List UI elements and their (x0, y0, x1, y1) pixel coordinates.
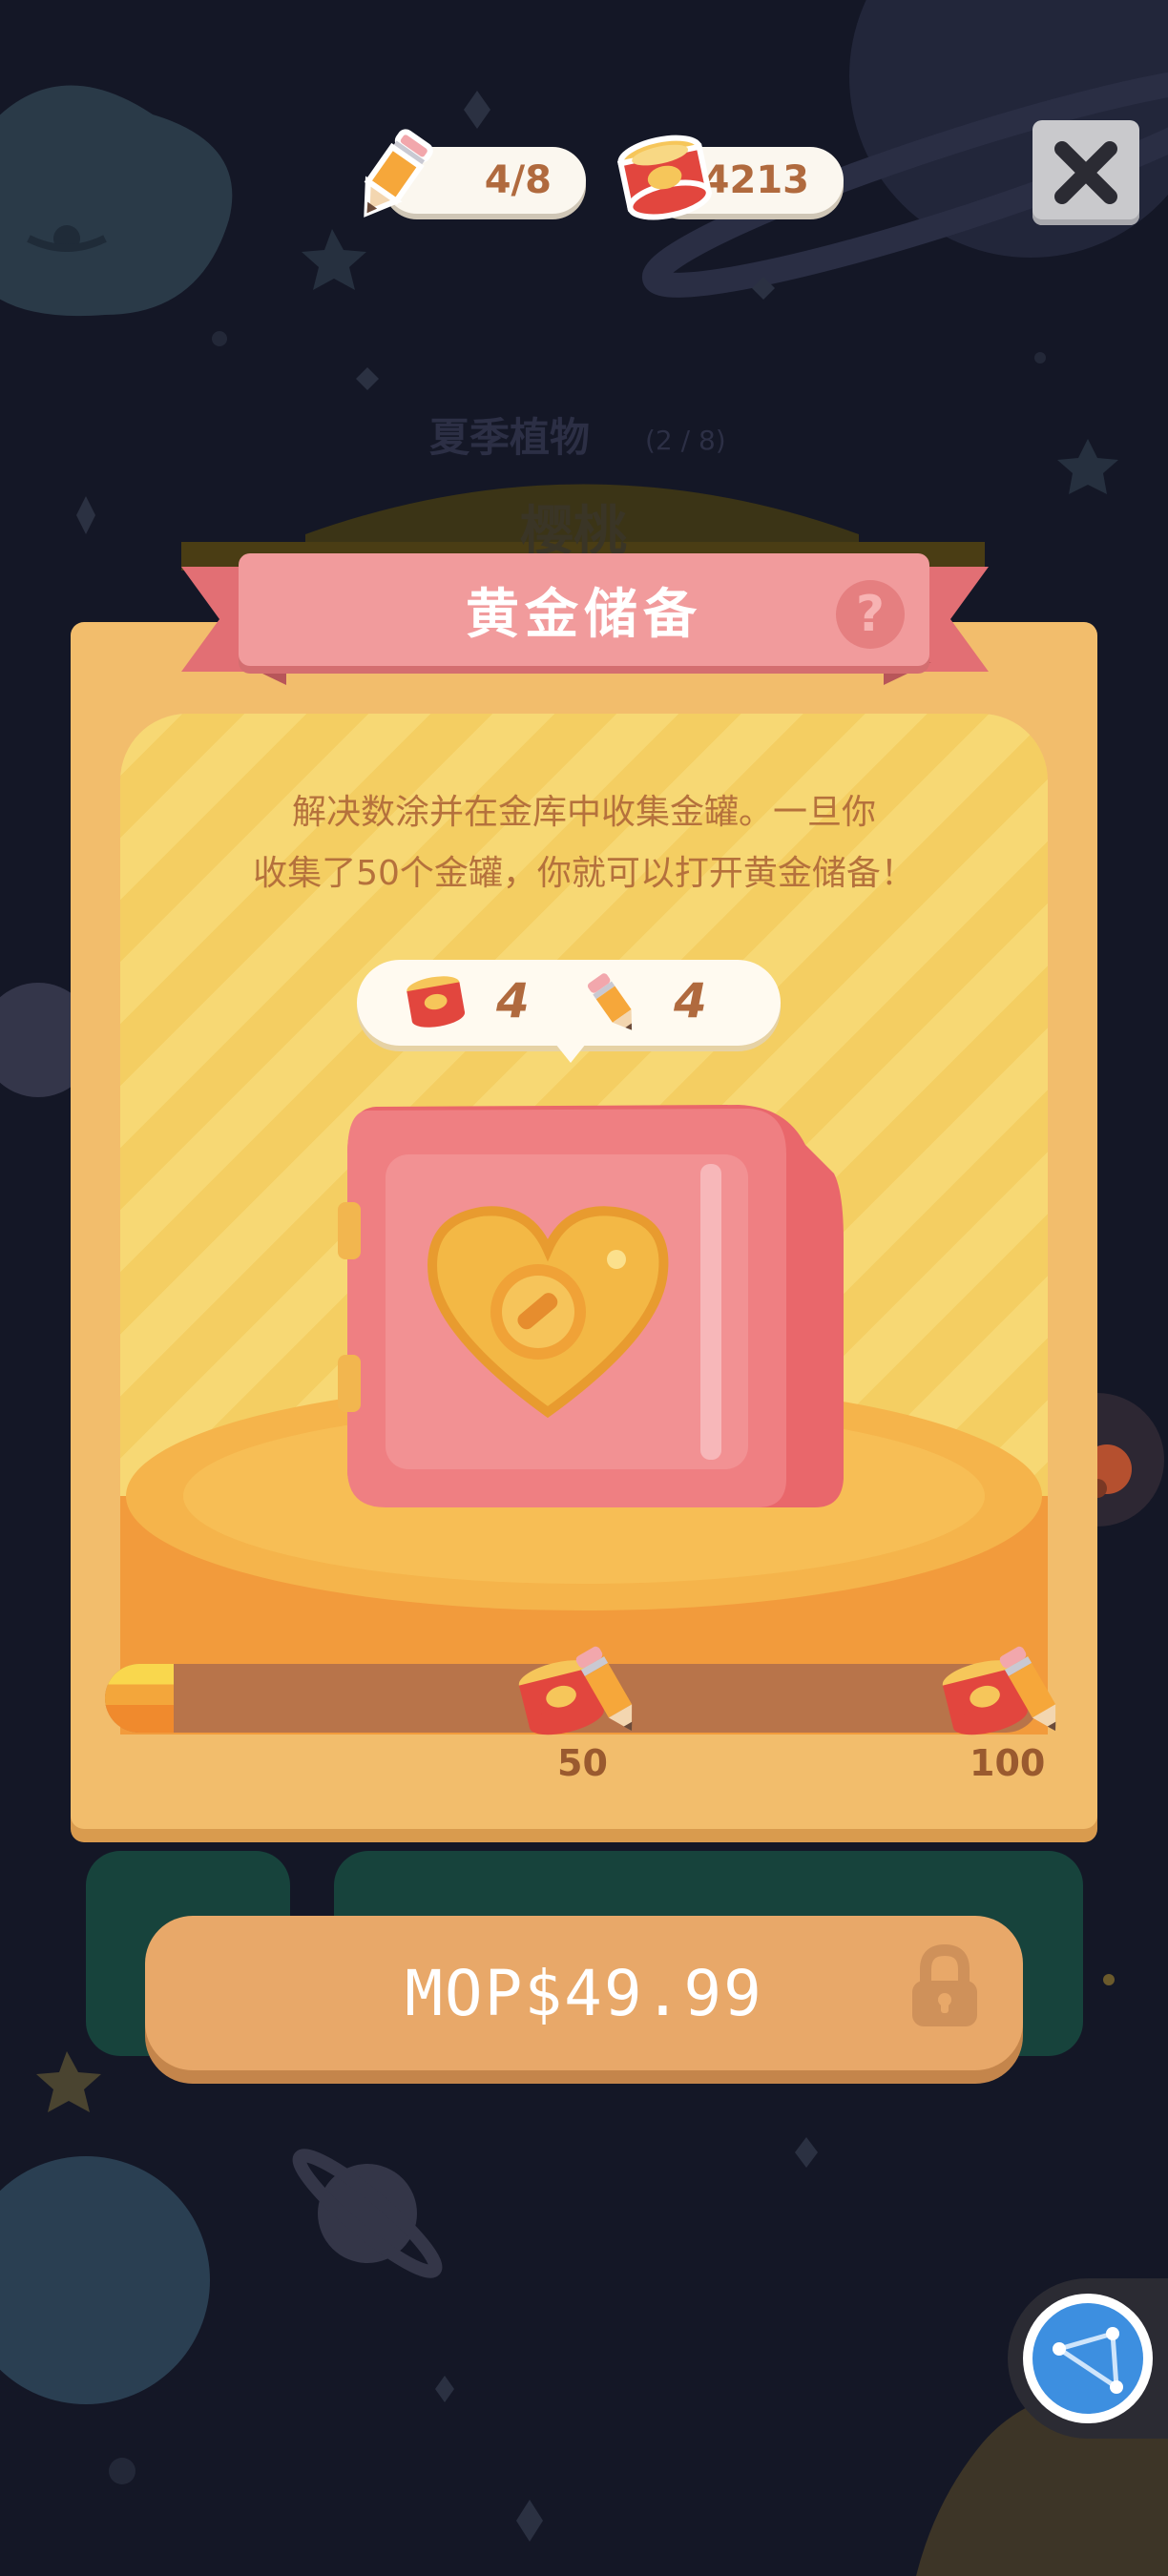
pencil-icon (587, 973, 633, 1030)
reward-can-amount: 4 (496, 973, 530, 1028)
gold-can-icon (616, 135, 713, 220)
gold-reserve-description: 解决数涂并在金库中收集金罐。一旦你 收集了50个金罐，你就可以打开黄金储备！ (120, 782, 1048, 904)
help-icon: ? (855, 586, 886, 643)
reward-bubble: 4 4 (357, 960, 781, 1063)
milestone-100-label: 100 (970, 1742, 1046, 1784)
collection-title: 夏季植物 (429, 414, 591, 461)
lock-icon (912, 1944, 977, 2026)
assist-floating-button[interactable] (1008, 2278, 1168, 2439)
gold-can-icon (407, 976, 466, 1028)
pencil-count: 4/8 (484, 158, 552, 202)
reward-pencil-amount: 4 (674, 973, 707, 1028)
heart-safe-icon (338, 1105, 844, 1507)
milestone-50-reward-icon (518, 1646, 633, 1735)
close-icon (1054, 141, 1117, 204)
description-line-1: 解决数涂并在金库中收集金罐。一旦你 (291, 793, 876, 832)
purchase-button[interactable]: MOP$49.99 (145, 1916, 1023, 2070)
can-count: 4213 (702, 158, 809, 202)
help-button[interactable]: ? (836, 580, 905, 649)
close-button[interactable] (1032, 120, 1139, 225)
modal-title: 黄金储备 (466, 583, 702, 646)
description-line-2: 收集了50个金罐，你就可以打开黄金储备！ (253, 854, 915, 893)
progress-fill (105, 1664, 174, 1733)
milestone-100-reward-icon (942, 1646, 1056, 1735)
milestone-50-label: 50 (557, 1742, 608, 1784)
purchase-price: MOP$49.99 (405, 1956, 763, 2030)
network-assist-icon (1023, 2294, 1153, 2423)
collection-progress: (2 / 8) (645, 425, 726, 456)
pencil-icon (364, 129, 433, 218)
modal-title-ribbon: 黄金储备 ? (239, 553, 929, 666)
